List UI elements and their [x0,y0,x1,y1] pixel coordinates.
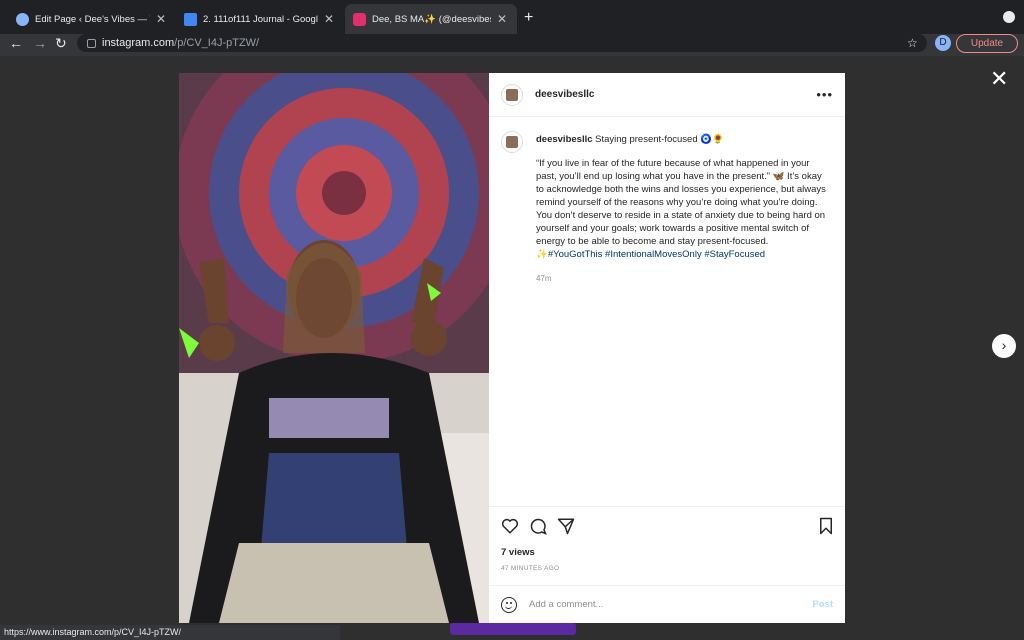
tab-title: Edit Page ‹ Dee's Vibes — Wor [35,13,150,25]
browser-tab[interactable]: Edit Page ‹ Dee's Vibes — Wor ✕ [8,4,176,34]
background-element [450,623,576,635]
close-modal-icon[interactable]: ✕ [990,66,1008,92]
url-path: /p/CV_I4J-pTZW/ [174,37,260,49]
status-bar-url: https://www.instagram.com/p/CV_I4J-pTZW/ [0,625,340,640]
new-tab-button[interactable]: + [524,9,533,27]
wordpress-icon [16,12,29,26]
browser-tab-active[interactable]: Dee, BS MA✨ (@deesvibesllc ✕ [345,4,517,34]
avatar[interactable] [501,131,523,153]
lock-icon [87,38,96,48]
video-frame [179,73,489,623]
post-timestamp[interactable]: 47 MINUTES AGO [501,565,559,572]
tab-search-icon[interactable] [1003,11,1015,23]
username[interactable]: deesvibesllc [535,89,816,100]
view-count[interactable]: 7 views [501,547,535,558]
profile-avatar[interactable]: D [935,35,951,51]
forward-icon[interactable]: → [33,35,47,51]
bookmark-icon[interactable] [817,517,835,535]
tab-strip: Edit Page ‹ Dee's Vibes — Wor ✕ 2. 111of… [0,0,1024,34]
heart-icon[interactable] [501,517,519,535]
more-options-icon[interactable]: ••• [816,87,833,102]
comment-bar: Add a comment... Post [489,585,845,623]
tab-title: Dee, BS MA✨ (@deesvibesllc [372,13,491,25]
post-header: deesvibesllc ••• [489,73,845,117]
back-icon[interactable]: ← [9,35,23,51]
update-button[interactable]: Update [956,34,1018,53]
share-icon[interactable] [557,517,575,535]
url-host: instagram.com [102,37,175,49]
comment-input[interactable]: Add a comment... [529,599,812,610]
post-details-panel: deesvibesllc ••• deesvibesllc Staying pr… [489,73,845,623]
post-comment-button[interactable]: Post [812,599,833,610]
post-video[interactable] [179,73,489,623]
caption-time[interactable]: 47m [536,272,826,285]
emoji-icon[interactable] [501,596,517,613]
hashtags[interactable]: #YouGotThis #IntentionalMovesOnly #StayF… [548,249,765,260]
close-icon[interactable]: ✕ [495,12,509,26]
next-post-button[interactable]: › [992,334,1016,358]
comment-icon[interactable] [529,517,547,535]
bookmark-star-icon[interactable]: ☆ [907,36,918,50]
address-bar[interactable]: instagram.com/p/CV_I4J-pTZW/ [77,34,927,52]
close-icon[interactable]: ✕ [154,12,168,26]
avatar[interactable] [501,83,523,106]
caption-text: “If you live in fear of the future becau… [536,158,826,260]
browser-tab[interactable]: 2. 111of111 Journal - Google Do ✕ [176,4,344,34]
close-icon[interactable]: ✕ [322,12,336,26]
caption-username[interactable]: deesvibesllc [536,134,593,145]
reload-icon[interactable]: ↻ [55,35,67,52]
instagram-icon [353,12,366,26]
browser-toolbar: ← → ↻ instagram.com/p/CV_I4J-pTZW/ ☆ D U… [0,34,1024,56]
caption-title: Staying present-focused 🧿🌻 [595,134,724,145]
google-docs-icon [184,12,197,26]
tab-title: 2. 111of111 Journal - Google Do [203,13,318,25]
